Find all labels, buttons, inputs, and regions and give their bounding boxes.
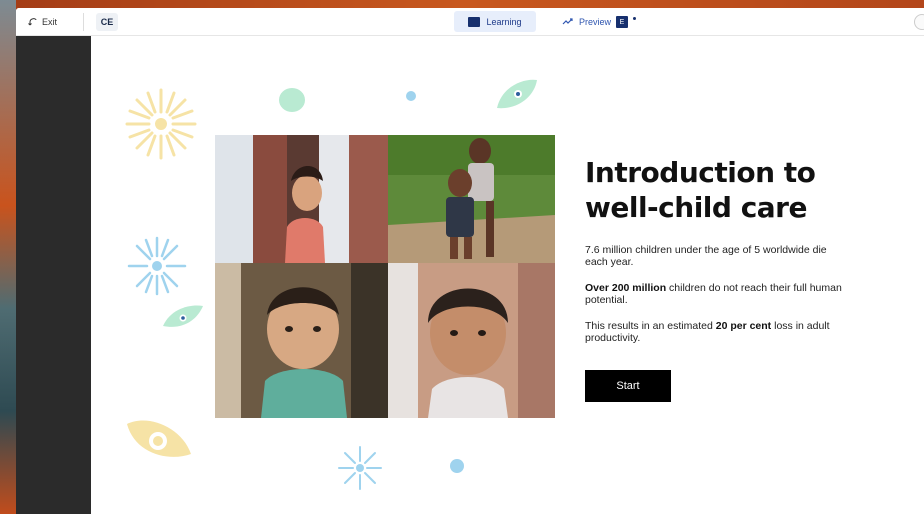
top-toolbar: Exit CE Learning Preview E [16,8,924,36]
tab-preview-label: Preview [579,17,612,27]
back-arrow-icon [28,18,37,26]
blue-dot-icon [406,91,416,101]
child-photo-door [215,135,388,263]
notification-dot [633,16,637,20]
photo-collage [215,135,555,418]
eye-leaf-icon [497,79,537,109]
title-line-2: well-child care [585,191,807,224]
preview-icon [562,18,573,25]
stat-3-highlight: 20 per cent [715,320,772,332]
stat-paragraph-1: 7.6 million children under the age of 5 … [585,244,827,268]
stat-2-highlight: Over 200 million [585,282,667,294]
blue-dot-small-icon [450,459,464,473]
left-sidebar [16,36,91,514]
eye-leaf-yellow-icon [127,420,191,457]
title-line-1: Introduction to [585,156,816,189]
preview-badge: E [616,16,629,28]
intro-text: Introduction to well-child care 7.6 mill… [585,155,845,344]
app-window: Exit CE Learning Preview E Introduction … [16,8,924,514]
desktop-backdrop-left [0,0,16,514]
eye-leaf-small-icon [163,305,203,327]
lesson-canvas: Introduction to well-child care 7.6 mill… [91,36,924,514]
collapse-label: CE [100,17,114,27]
sunburst-icon [125,88,197,160]
sunburst-bottom-icon [338,446,382,490]
start-button[interactable]: Start [585,370,671,402]
stat-paragraph-2: Over 200 million children do not reach t… [585,282,845,306]
collapse-icon[interactable]: CE [96,13,118,31]
user-avatar[interactable] [914,14,924,30]
child-photo-portrait [388,263,555,418]
exit-label: Exit [42,17,58,27]
tab-preview[interactable]: Preview E [562,14,637,30]
child-photo-window [215,263,388,418]
learning-icon [468,16,481,27]
page-title: Introduction to well-child care [585,155,845,225]
tab-learning-label: Learning [486,16,522,27]
toolbar-divider [83,13,84,31]
exit-button[interactable]: Exit [28,14,57,30]
child-photo-outdoors [388,135,555,263]
stat-paragraph-3: This results in an estimated 20 per cent… [585,320,845,344]
sunburst-blue-icon [127,236,187,296]
stat-3-pre: This results in an estimated [585,320,716,332]
tab-learning[interactable]: Learning [454,11,536,32]
green-dot-icon [279,88,305,112]
